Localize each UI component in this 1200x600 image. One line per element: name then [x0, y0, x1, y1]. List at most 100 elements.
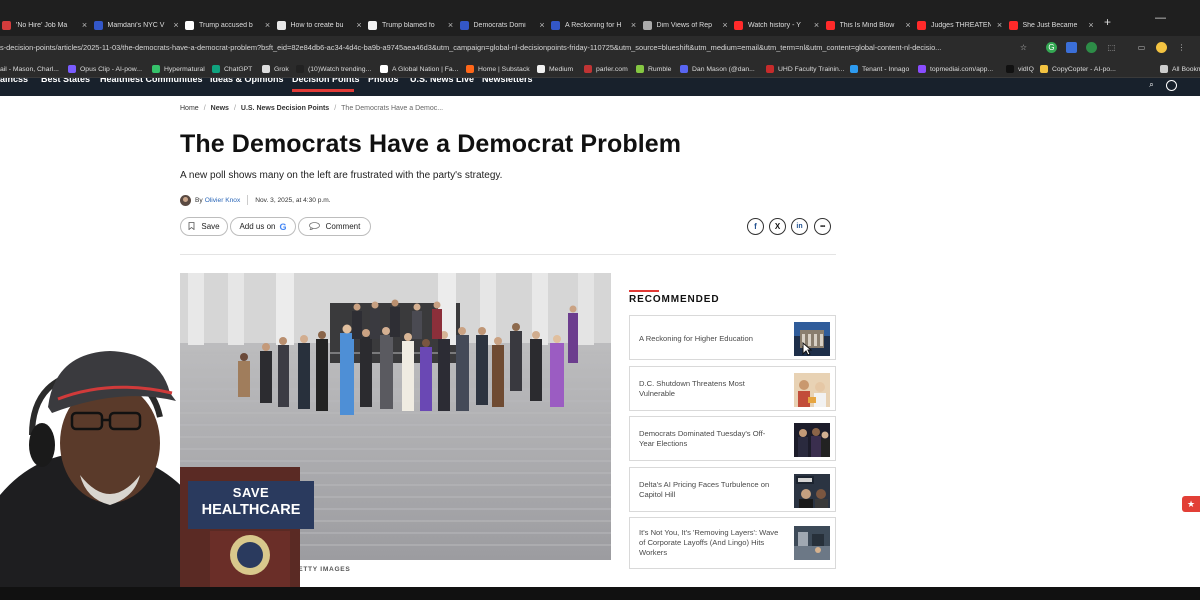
browser-tab[interactable]: Trump blamed fo ×	[368, 16, 456, 34]
x-share-icon[interactable]: X	[769, 218, 786, 235]
recommended-card-thumbnail	[794, 423, 830, 457]
bookmark-item[interactable]: parler.com	[584, 63, 628, 75]
browser-tab[interactable]: How to create bu ×	[276, 16, 365, 34]
bookmark-item[interactable]: All Bookm	[1160, 63, 1200, 75]
extensions-puzzle-icon[interactable]: ⬚	[1106, 42, 1117, 53]
tab-close-icon[interactable]: ×	[171, 20, 181, 30]
recommended-card[interactable]: It's Not You, It's 'Removing Layers': Wa…	[629, 517, 836, 569]
bookmark-label: All Bookm	[1172, 65, 1200, 73]
save-button[interactable]: Save	[180, 217, 228, 236]
menu-dots-icon[interactable]: ⋮	[1176, 42, 1187, 53]
bookmark-star-icon[interactable]: ☆	[1018, 42, 1029, 53]
bookmark-favicon-icon	[850, 65, 858, 73]
bookmark-favicon-icon	[466, 65, 474, 73]
breadcrumb-news[interactable]: News	[211, 105, 229, 112]
tab-close-icon[interactable]: ×	[812, 20, 822, 30]
extension-grammarly-icon[interactable]: G	[1046, 42, 1057, 53]
tab-close-icon[interactable]: ×	[629, 20, 639, 30]
bookmark-item[interactable]: topmediai.com/app...	[918, 63, 993, 75]
nav-item[interactable]: Healthiest Communities	[100, 78, 203, 84]
tab-close-icon[interactable]: ×	[903, 20, 913, 30]
browser-tab[interactable]: She Just Became ×	[1008, 16, 1097, 34]
url-input[interactable]: s-decision-points/articles/2025-11-03/th…	[0, 41, 1012, 55]
tab-close-icon[interactable]: ×	[354, 20, 364, 30]
extension-icon[interactable]	[1086, 42, 1097, 53]
breadcrumb-home[interactable]: Home	[180, 105, 199, 112]
recommended-card[interactable]: Delta's AI Pricing Faces Turbulence on C…	[629, 467, 836, 512]
tab-title: Trump accused b	[199, 21, 253, 29]
bookmark-item[interactable]: ChatGPT	[212, 63, 252, 75]
browser-tab[interactable]: Dim Views of Rep ×	[642, 16, 731, 34]
tab-title: This Is Mind Blow	[839, 21, 895, 29]
tab-close-icon[interactable]: ×	[446, 20, 456, 30]
bookmark-item[interactable]: Rumble	[636, 63, 671, 75]
nav-item[interactable]: Best States	[41, 78, 90, 84]
bookmark-item[interactable]: Home | Substack	[466, 63, 530, 75]
breadcrumb: Home / News / U.S. News Decision Points / The …	[180, 105, 444, 112]
bookmark-item[interactable]: (10)Watch trending...	[296, 63, 371, 75]
article-headline: The Democrats Have a Democrat Problem	[180, 130, 682, 158]
account-icon[interactable]	[1166, 80, 1177, 91]
tab-close-icon[interactable]: ×	[1086, 20, 1096, 30]
bookmark-item[interactable]: Dan Mason (@dan...	[680, 63, 755, 75]
bookmark-favicon-icon	[766, 65, 774, 73]
add-us-on-google-button[interactable]: Add us on G	[230, 217, 296, 236]
more-share-icon[interactable]: •••	[814, 218, 831, 235]
nav-item[interactable]: Ideas & Opinions	[210, 78, 284, 84]
byline-prefix: By	[195, 196, 203, 204]
nav-item[interactable]: aincss	[0, 78, 28, 84]
linkedin-share-icon[interactable]: in	[791, 218, 808, 235]
profile-avatar-icon[interactable]	[1156, 42, 1167, 53]
bookmark-favicon-icon	[68, 65, 76, 73]
bookmark-label: Medium	[549, 65, 574, 73]
browser-tab[interactable]: This Is Mind Blow ×	[825, 16, 914, 34]
window-minimize-icon[interactable]: —	[1155, 12, 1166, 24]
browser-tab[interactable]: Watch history - Y ×	[734, 16, 822, 34]
bookmark-item[interactable]: Opus Clip - AI-pow...	[68, 63, 142, 75]
browser-tab[interactable]: A Reckoning for H ×	[551, 16, 639, 34]
bookmark-item[interactable]: Hypermatural	[152, 63, 205, 75]
browser-tab[interactable]: Trump accused b ×	[185, 16, 273, 34]
mouse-cursor-icon	[802, 342, 812, 356]
browser-tab[interactable]: Judges THREATEN ×	[917, 16, 1005, 34]
nav-item[interactable]: Photos	[368, 78, 399, 84]
browser-tab[interactable]: Democrats Domi ×	[459, 16, 548, 34]
bookmark-favicon-icon	[584, 65, 592, 73]
new-tab-button[interactable]: +	[1104, 15, 1111, 29]
bookmark-favicon-icon	[1160, 65, 1168, 73]
recommended-card[interactable]: D.C. Shutdown Threatens Most Vulnerable	[629, 366, 836, 411]
bookmark-item[interactable]: Grok	[262, 63, 289, 75]
bookmark-item[interactable]: Medium	[537, 63, 573, 75]
browser-tab[interactable]: Mamdani's NYC V ×	[93, 16, 182, 34]
tab-close-icon[interactable]: ×	[537, 20, 547, 30]
floating-feedback-button[interactable]: ★	[1182, 496, 1200, 512]
extension-icon[interactable]	[1066, 42, 1077, 53]
search-icon[interactable]: ⌕	[1146, 79, 1157, 90]
cast-icon[interactable]: ▭	[1136, 42, 1147, 53]
bookmark-item[interactable]: vidIQ	[1006, 63, 1034, 75]
tab-close-icon[interactable]: ×	[263, 20, 273, 30]
facebook-share-icon[interactable]: f	[747, 218, 764, 235]
tab-close-icon[interactable]: ×	[720, 20, 730, 30]
tab-title: 'No Hire' Job Ma	[16, 21, 68, 29]
breadcrumb-section[interactable]: U.S. News Decision Points	[241, 105, 329, 112]
recommended-card-thumbnail	[794, 373, 830, 407]
bookmark-item[interactable]: A Global Nation | Fa...	[380, 63, 458, 75]
author-link[interactable]: Olivier Knox	[205, 197, 241, 204]
bookmark-item[interactable]: CopyCopter - AI-po...	[1040, 63, 1116, 75]
recommended-accent-rule	[629, 290, 659, 292]
tab-close-icon[interactable]: ×	[80, 20, 90, 30]
recommended-heading: RECOMMENDED	[629, 294, 720, 305]
nav-item[interactable]: Decision Points	[292, 78, 360, 84]
recommended-card[interactable]: Democrats Dominated Tuesday's Off-Year E…	[629, 416, 836, 461]
bookmark-item[interactable]: ail - Mason, Charl...	[0, 63, 59, 75]
comment-button[interactable]: Comment	[298, 217, 371, 236]
browser-tab[interactable]: 'No Hire' Job Ma ×	[2, 16, 90, 34]
bookmark-item[interactable]: Tenant - Innago	[850, 63, 909, 75]
nav-item[interactable]: Newsletters	[482, 78, 533, 84]
address-bar: s-decision-points/articles/2025-11-03/th…	[0, 36, 1200, 60]
tab-close-icon[interactable]: ×	[995, 20, 1005, 30]
recommended-card-title: Democrats Dominated Tuesday's Off-Year E…	[639, 429, 766, 448]
bookmark-item[interactable]: UHD Faculty Trainin...	[766, 63, 844, 75]
nav-item[interactable]: U.S. News Live	[410, 78, 474, 84]
